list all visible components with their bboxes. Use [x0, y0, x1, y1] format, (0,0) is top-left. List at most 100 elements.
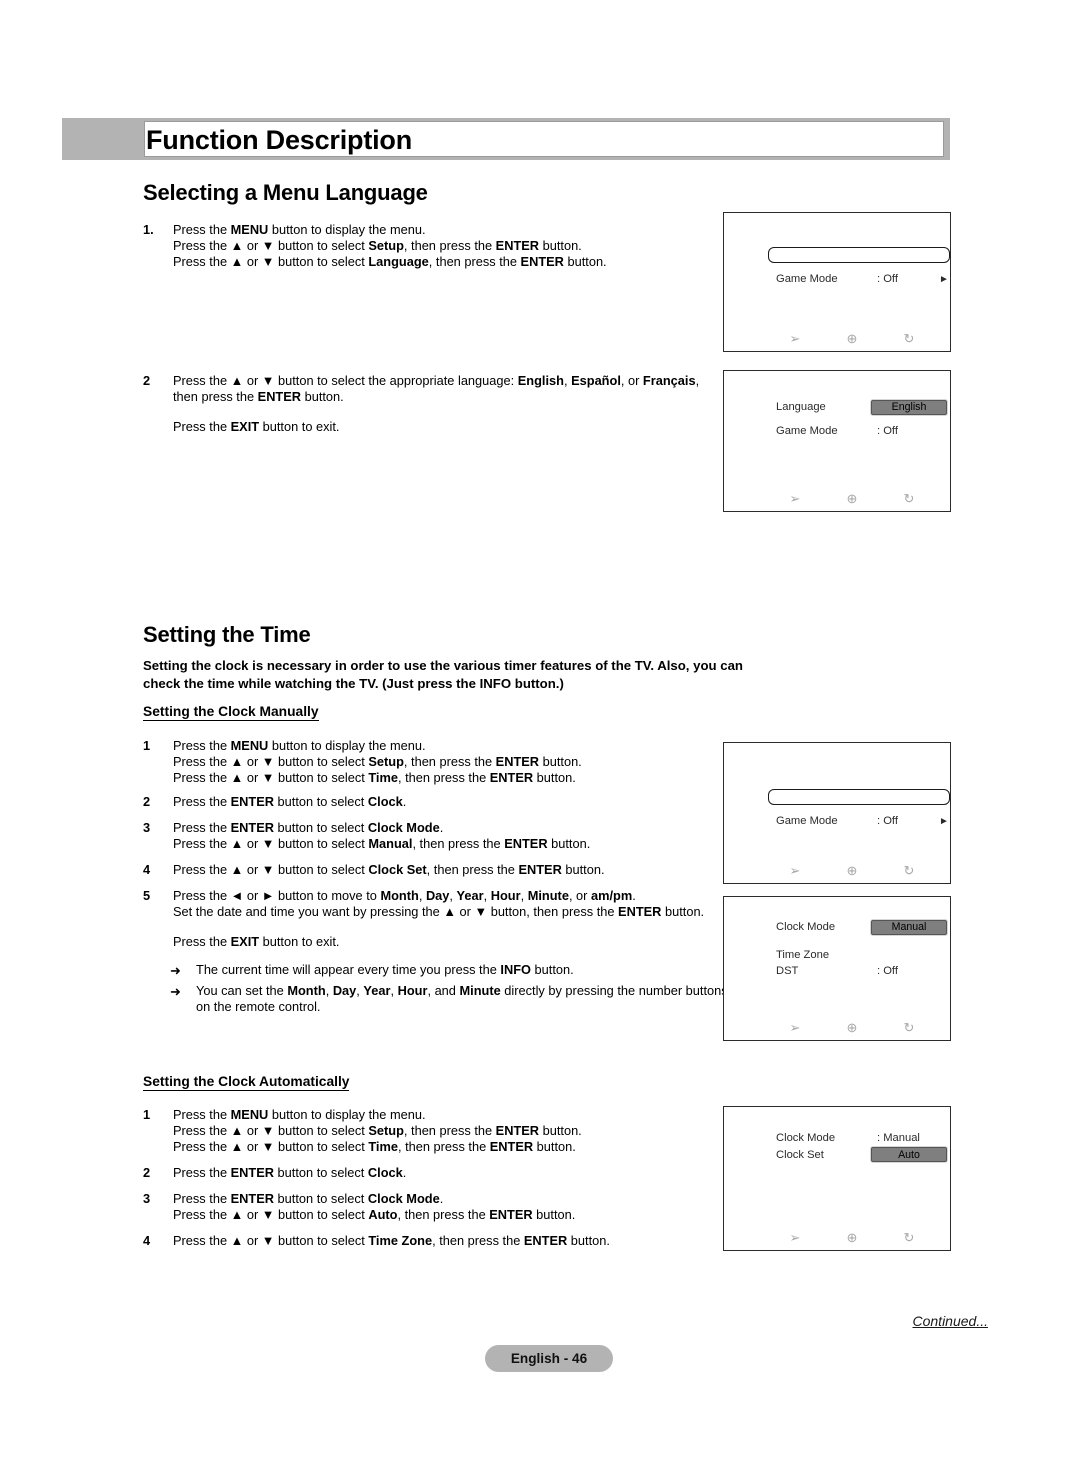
osd-row: Time Zone — [724, 947, 950, 963]
osd-row: Game Mode : Off ► — [724, 267, 950, 291]
osd-screen-time-menu: Game Mode : Off ► ➢ ⊕ ↻ — [723, 742, 951, 884]
continued-label: Continued... — [912, 1313, 989, 1329]
osd-row — [724, 243, 950, 267]
step-manual-5: 5 Press the ◄ or ► button to move to Mon… — [143, 888, 743, 949]
page-number-badge: English - 46 — [485, 1345, 613, 1372]
step-number: 5 — [143, 888, 151, 903]
arrow-bullet-icon: ➜ — [170, 963, 181, 978]
osd-value: : Off — [877, 273, 898, 285]
osd-selected-badge: Auto — [870, 1146, 948, 1163]
return-icon: ↻ — [903, 863, 915, 878]
step-number: 3 — [143, 1191, 151, 1206]
osd-footer-icons: ➢ ⊕ ↻ — [784, 1231, 920, 1244]
enter-icon: ⊕ — [846, 863, 858, 878]
move-icon: ➢ — [789, 491, 801, 506]
osd-label: Game Mode — [776, 273, 838, 285]
osd-label: Clock Set — [776, 1148, 824, 1161]
osd-row: DST : Off — [724, 963, 950, 979]
step-auto-2: 2 Press the ENTER button to select Clock… — [143, 1165, 723, 1181]
step-text: Press the ENTER button to select Clock. — [173, 1165, 407, 1180]
return-icon: ↻ — [903, 1020, 915, 1035]
step-number: 4 — [143, 1233, 151, 1248]
osd-row: Clock Mode : Manual — [724, 1129, 950, 1146]
step-number: 2 — [143, 1165, 151, 1180]
osd-selected-badge: English — [870, 398, 948, 416]
osd-rows: Clock Mode Manual Time Zone DST : Off — [724, 915, 950, 979]
osd-row: Language English — [724, 395, 950, 419]
move-icon: ➢ — [789, 1020, 801, 1035]
step-manual-4: 4 Press the ▲ or ▼ button to select Cloc… — [143, 862, 723, 878]
osd-row: Clock Mode Manual — [724, 915, 950, 939]
step-text: Press the MENU button to display the men… — [173, 1107, 582, 1154]
osd-footer: ➢ ⊕ ↻ — [724, 483, 950, 505]
osd-selection-bar — [768, 247, 950, 263]
osd-rows: Game Mode : Off ► — [724, 243, 950, 291]
note-number-buttons: ➜ You can set the Month, Day, Year, Hour… — [170, 983, 728, 1014]
step-language-2: 2 Press the ▲ or ▼ button to select the … — [143, 373, 723, 434]
step-text: Press the ENTER button to select Clock. — [173, 794, 407, 809]
step-manual-3: 3 Press the ENTER button to select Clock… — [143, 820, 723, 852]
return-icon: ↻ — [903, 331, 915, 346]
osd-row — [724, 785, 950, 809]
subheading-clock-automatically: Setting the Clock Automatically — [143, 1074, 350, 1091]
chevron-right-icon: ► — [939, 273, 949, 285]
step-number: 4 — [143, 862, 151, 877]
step-text: Press the MENU button to display the men… — [173, 222, 607, 269]
osd-row: Game Mode : Off ► — [724, 809, 950, 833]
step-text: Press the MENU button to display the men… — [173, 738, 582, 785]
osd-footer-icons: ➢ ⊕ ↻ — [784, 1021, 920, 1034]
move-icon: ➢ — [789, 1230, 801, 1245]
step-auto-4: 4 Press the ▲ or ▼ button to select Time… — [143, 1233, 723, 1249]
step-text: Press the ▲ or ▼ button to select Clock … — [173, 862, 605, 877]
step-number: 1. — [143, 222, 154, 237]
osd-screen-clock-mode-manual: Clock Mode Manual Time Zone DST : Off ➢ … — [723, 896, 951, 1041]
enter-icon: ⊕ — [846, 331, 858, 346]
time-intro-text: Setting the clock is necessary in order … — [143, 658, 743, 691]
osd-rows: Language English Game Mode : Off — [724, 395, 950, 443]
osd-value: : Off — [877, 965, 898, 977]
note-info-button: ➜ The current time will appear every tim… — [170, 962, 574, 978]
manual-page: Function Description Selecting a Menu La… — [0, 0, 1080, 1464]
step-manual-1: 1 Press the MENU button to display the m… — [143, 738, 723, 785]
step-number: 2 — [143, 373, 151, 388]
osd-row: Clock Set Auto — [724, 1146, 950, 1163]
osd-label: Game Mode — [776, 425, 838, 437]
osd-screen-setup-menu: Game Mode : Off ► ➢ ⊕ ↻ — [723, 212, 951, 352]
step-number: 1 — [143, 1107, 151, 1122]
return-icon: ↻ — [903, 1230, 915, 1245]
osd-footer: ➢ ⊕ ↻ — [724, 1012, 950, 1034]
osd-footer: ➢ ⊕ ↻ — [724, 1222, 950, 1244]
enter-icon: ⊕ — [846, 491, 858, 506]
osd-footer-icons: ➢ ⊕ ↻ — [784, 864, 920, 877]
chevron-right-icon: ► — [939, 815, 949, 827]
osd-label: Language — [776, 401, 826, 413]
osd-footer: ➢ ⊕ ↻ — [724, 855, 950, 877]
enter-icon: ⊕ — [846, 1230, 858, 1245]
osd-footer-icons: ➢ ⊕ ↻ — [784, 492, 920, 505]
osd-label: Clock Mode — [776, 921, 836, 933]
return-icon: ↻ — [903, 491, 915, 506]
osd-selected-badge: Manual — [870, 918, 948, 936]
osd-value: : Off — [877, 815, 898, 827]
section-heading-language: Selecting a Menu Language — [143, 180, 428, 205]
osd-selection-bar — [768, 789, 950, 805]
move-icon: ➢ — [789, 863, 801, 878]
osd-value: : Off — [877, 425, 898, 437]
osd-label: Game Mode — [776, 815, 838, 827]
move-icon: ➢ — [789, 331, 801, 346]
step-number: 3 — [143, 820, 151, 835]
osd-rows: Game Mode : Off ► — [724, 785, 950, 833]
osd-row: Game Mode : Off — [724, 419, 950, 443]
step-manual-2: 2 Press the ENTER button to select Clock… — [143, 794, 723, 810]
step-number: 1 — [143, 738, 151, 753]
osd-label: DST — [776, 965, 799, 977]
step-auto-1: 1 Press the MENU button to display the m… — [143, 1107, 723, 1154]
enter-icon: ⊕ — [846, 1020, 858, 1035]
osd-value: : Manual — [877, 1131, 920, 1144]
arrow-bullet-icon: ➜ — [170, 984, 181, 999]
osd-screen-clock-set-auto: Clock Mode : Manual Clock Set Auto ➢ ⊕ ↻ — [723, 1106, 951, 1251]
step-language-1: 1. Press the MENU button to display the … — [143, 222, 723, 269]
osd-footer: ➢ ⊕ ↻ — [724, 323, 950, 345]
step-text: Press the ENTER button to select Clock M… — [173, 820, 591, 851]
osd-label: Clock Mode — [776, 1131, 836, 1144]
